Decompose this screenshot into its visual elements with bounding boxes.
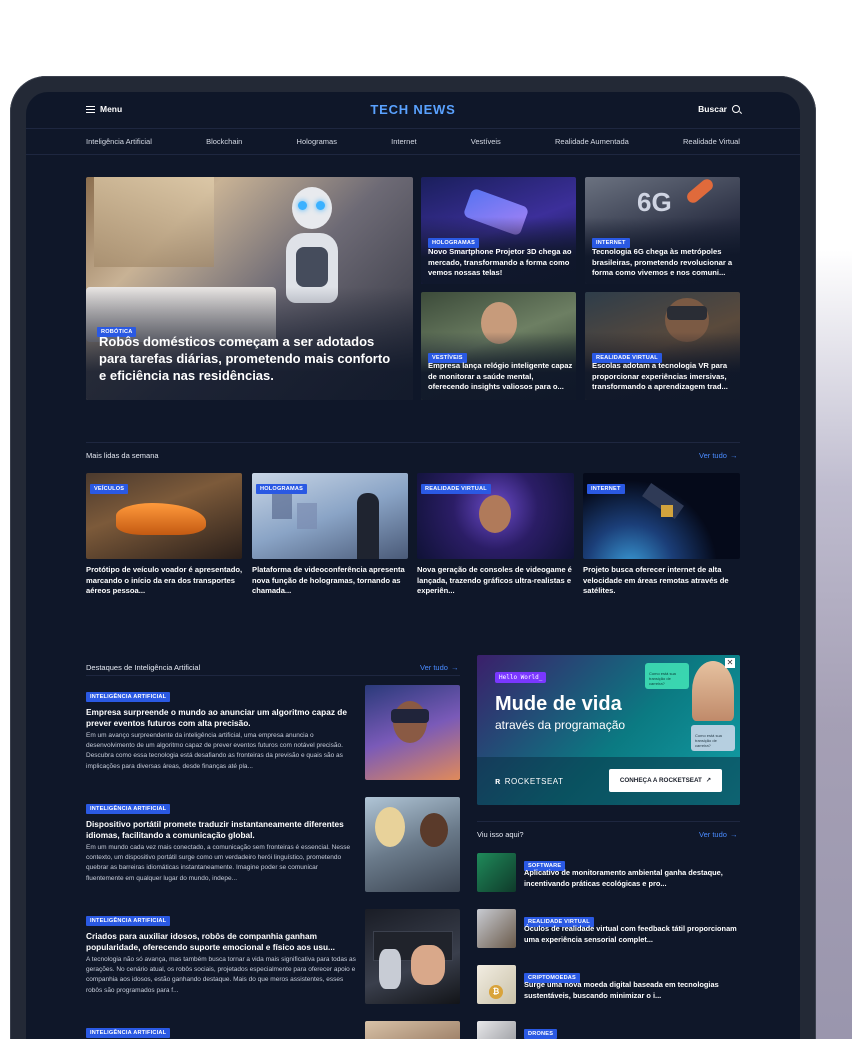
ai-excerpt: Em um avanço surpreendente da inteligênc…: [86, 732, 343, 770]
seen-thumb: [477, 853, 516, 892]
hero-title[interactable]: Robôs domésticos começam a ser adotados …: [99, 333, 399, 384]
ad-person: [692, 661, 734, 721]
section-divider: [86, 675, 460, 676]
seen-see-all[interactable]: Ver tudo →: [699, 830, 737, 839]
most-read-image[interactable]: HOLOGRAMAS: [252, 473, 408, 559]
ai-title[interactable]: Empresa surpreende o mundo ao anunciar u…: [86, 707, 356, 729]
hero-card-title[interactable]: Empresa lança relógio inteligente capaz …: [428, 361, 573, 393]
ai-article[interactable]: INTELIGÊNCIA ARTIFICIAL Empresa surpreen…: [86, 685, 460, 781]
ai-article-image[interactable]: [365, 1021, 460, 1039]
hero-main-card[interactable]: ROBÓTICA Robôs domésticos começam a ser …: [86, 177, 413, 400]
hero-window-light: [94, 177, 214, 267]
seen-title: Viu isso aqui?: [477, 830, 524, 839]
seen-item-title[interactable]: Óculos de realidade virtual com feedback…: [524, 924, 740, 945]
ai-article[interactable]: INTELIGÊNCIA ARTIFICIAL Criados para aux…: [86, 909, 460, 1005]
ad-banner[interactable]: Hello World_ Mude de vida através da pro…: [477, 655, 740, 805]
ad-bubble: Como está sua transição de carreira?: [691, 725, 735, 751]
seen-item[interactable]: DRONES: [477, 1021, 740, 1039]
arrow-up-right-icon: ↗: [705, 777, 712, 784]
ai-article[interactable]: INTELIGÊNCIA ARTIFICIAL Dispositivo port…: [86, 797, 460, 893]
ai-title[interactable]: Dispositivo portátil promete traduzir in…: [86, 819, 356, 841]
ai-article-image[interactable]: [365, 685, 460, 780]
category-link-ia[interactable]: Inteligência Artificial: [86, 137, 152, 146]
hero-card-title[interactable]: Novo Smartphone Projetor 3D chega ao mer…: [428, 247, 573, 279]
category-link-realidade-aumentada[interactable]: Realidade Aumentada: [555, 137, 629, 146]
rocketseat-logo-icon: ʀ: [495, 776, 501, 786]
nav-divider: [26, 154, 800, 155]
ad-bubble: Como está sua transição de carreira?: [645, 663, 689, 689]
ai-excerpt: A tecnologia não só avança, mas também b…: [86, 956, 356, 994]
category-nav: Inteligência Artificial Blockchain Holog…: [86, 137, 740, 146]
ad-brand-label: ROCKETSEAT: [504, 776, 564, 786]
most-read-image[interactable]: VEÍCULOS: [86, 473, 242, 559]
seen-item[interactable]: REALIDADE VIRTUAL Óculos de realidade vi…: [477, 909, 740, 949]
arrow-right-icon: →: [729, 830, 738, 839]
ai-article-image[interactable]: [365, 909, 460, 1004]
hero-card[interactable]: HOLOGRAMAS Novo Smartphone Projetor 3D c…: [421, 177, 576, 284]
see-all-label: Ver tudo: [699, 830, 727, 839]
section-divider: [86, 442, 740, 443]
search-button[interactable]: Buscar: [698, 104, 740, 114]
most-read-badge[interactable]: HOLOGRAMAS: [256, 484, 308, 494]
arrow-right-icon: →: [729, 451, 738, 460]
ai-badge[interactable]: INTELIGÊNCIA ARTIFICIAL: [86, 804, 171, 814]
seen-badge[interactable]: DRONES: [524, 1029, 558, 1039]
ad-hello-tag: Hello World_: [495, 672, 547, 683]
ai-badge[interactable]: INTELIGÊNCIA ARTIFICIAL: [86, 692, 171, 702]
seen-item[interactable]: ₿ CRIPTOMOEDAS Surge uma nova moeda digi…: [477, 965, 740, 1005]
seen-thumb: [477, 1021, 516, 1039]
category-link-blockchain[interactable]: Blockchain: [206, 137, 242, 146]
ai-badge[interactable]: INTELIGÊNCIA ARTIFICIAL: [86, 916, 171, 926]
ad-cta-button[interactable]: CONHEÇA A ROCKETSEAT ↗: [609, 769, 722, 792]
ad-headline: Mude de vida: [495, 693, 622, 715]
ad-subline: através da programação: [495, 718, 626, 732]
search-icon: [732, 105, 740, 113]
hero-card-title[interactable]: Tecnologia 6G chega às metrópoles brasil…: [592, 247, 737, 279]
ai-article-image[interactable]: [365, 797, 460, 892]
ai-badge[interactable]: INTELIGÊNCIA ARTIFICIAL: [86, 1028, 171, 1038]
search-label: Buscar: [698, 104, 727, 114]
ad-cta-label: CONHEÇA A ROCKETSEAT: [619, 777, 702, 784]
seen-thumb: [477, 909, 516, 948]
category-link-realidade-virtual[interactable]: Realidade Virtual: [683, 137, 740, 146]
ai-see-all[interactable]: Ver tudo →: [420, 663, 458, 672]
hero-card-title[interactable]: Escolas adotam a tecnologia VR para prop…: [592, 361, 737, 393]
most-read-title: Mais lidas da semana: [86, 451, 159, 460]
seen-thumb: ₿: [477, 965, 516, 1004]
bitcoin-icon: ₿: [489, 985, 503, 999]
seen-item-title[interactable]: Aplicativo de monitoramento ambiental ga…: [524, 868, 740, 889]
ai-excerpt: Em um mundo cada vez mais conectado, a c…: [86, 844, 351, 882]
ai-title[interactable]: Criados para auxiliar idosos, robôs de c…: [86, 931, 356, 953]
ai-section-title: Destaques de Inteligência Artificial: [86, 663, 201, 672]
most-read-title-text[interactable]: Protótipo de veículo voador é apresentad…: [86, 565, 244, 597]
most-read-title-text[interactable]: Projeto busca oferecer internet de alta …: [583, 565, 741, 597]
hero-card[interactable]: VESTÍVEIS Empresa lança relógio intelige…: [421, 292, 576, 400]
most-read-badge[interactable]: INTERNET: [587, 484, 625, 494]
close-icon[interactable]: ✕: [725, 658, 735, 668]
tablet-screen: Menu TECH NEWS Buscar Inteligência Artif…: [26, 92, 800, 1039]
section-divider: [477, 821, 740, 822]
most-read-badge[interactable]: REALIDADE VIRTUAL: [421, 484, 491, 494]
site-logo[interactable]: TECH NEWS: [26, 102, 800, 117]
ai-article[interactable]: INTELIGÊNCIA ARTIFICIAL: [86, 1021, 460, 1039]
most-read-title-text[interactable]: Plataforma de videoconferência apresenta…: [252, 565, 410, 597]
most-read-see-all[interactable]: Ver tudo →: [699, 451, 737, 460]
ad-brand: ʀ ROCKETSEAT: [495, 776, 563, 786]
most-read-image[interactable]: REALIDADE VIRTUAL: [417, 473, 574, 559]
hero-card[interactable]: REALIDADE VIRTUAL Escolas adotam a tecno…: [585, 292, 740, 400]
hero-card[interactable]: 6G INTERNET Tecnologia 6G chega às metró…: [585, 177, 740, 284]
category-link-hologramas[interactable]: Hologramas: [297, 137, 337, 146]
seen-item[interactable]: SOFTWARE Aplicativo de monitoramento amb…: [477, 853, 740, 893]
seen-item-title[interactable]: Surge uma nova moeda digital baseada em …: [524, 980, 740, 1001]
site-header: Menu TECH NEWS Buscar: [26, 92, 800, 129]
see-all-label: Ver tudo: [699, 451, 727, 460]
category-link-internet[interactable]: Internet: [391, 137, 416, 146]
most-read-image[interactable]: INTERNET: [583, 473, 740, 559]
arrow-right-icon: →: [450, 663, 459, 672]
see-all-label: Ver tudo: [420, 663, 448, 672]
category-link-vestiveis[interactable]: Vestíveis: [471, 137, 501, 146]
most-read-badge[interactable]: VEÍCULOS: [90, 484, 129, 494]
most-read-title-text[interactable]: Nova geração de consoles de videogame é …: [417, 565, 575, 597]
